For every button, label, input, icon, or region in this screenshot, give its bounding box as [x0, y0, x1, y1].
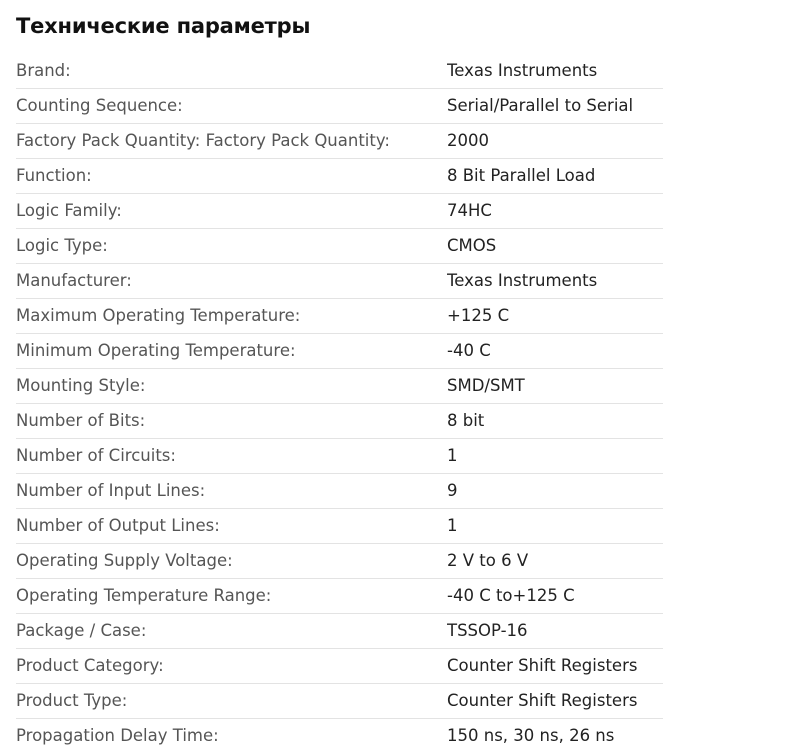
- spec-label: Number of Output Lines:: [16, 509, 447, 544]
- spec-row: Factory Pack Quantity: Factory Pack Quan…: [16, 124, 663, 159]
- spec-value: 150 ns, 30 ns, 26 ns: [447, 719, 663, 753]
- spec-label: Product Category:: [16, 649, 447, 684]
- spec-row: Minimum Operating Temperature:-40 C: [16, 334, 663, 369]
- spec-label: Package / Case:: [16, 614, 447, 649]
- spec-label: Maximum Operating Temperature:: [16, 299, 447, 334]
- spec-row: Manufacturer:Texas Instruments: [16, 264, 663, 299]
- spec-value: CMOS: [447, 229, 663, 264]
- spec-label: Logic Type:: [16, 229, 447, 264]
- spec-label: Operating Temperature Range:: [16, 579, 447, 614]
- spec-label: Product Type:: [16, 684, 447, 719]
- spec-value: +125 C: [447, 299, 663, 334]
- specs-table: Brand:Texas InstrumentsCounting Sequence…: [16, 54, 663, 753]
- spec-value: 1: [447, 509, 663, 544]
- spec-row: Package / Case:TSSOP-16: [16, 614, 663, 649]
- spec-value: 2 V to 6 V: [447, 544, 663, 579]
- spec-value: -40 C: [447, 334, 663, 369]
- spec-row: Maximum Operating Temperature:+125 C: [16, 299, 663, 334]
- spec-row: Product Type:Counter Shift Registers: [16, 684, 663, 719]
- spec-label: Logic Family:: [16, 194, 447, 229]
- spec-label: Operating Supply Voltage:: [16, 544, 447, 579]
- spec-row: Brand:Texas Instruments: [16, 54, 663, 89]
- spec-row: Operating Supply Voltage:2 V to 6 V: [16, 544, 663, 579]
- spec-label: Function:: [16, 159, 447, 194]
- spec-label: Brand:: [16, 54, 447, 89]
- spec-row: Number of Bits:8 bit: [16, 404, 663, 439]
- section-title: Технические параметры: [16, 10, 310, 42]
- spec-value: Counter Shift Registers: [447, 684, 663, 719]
- spec-value: -40 C to+125 C: [447, 579, 663, 614]
- spec-row: Number of Input Lines:9: [16, 474, 663, 509]
- spec-label: Propagation Delay Time:: [16, 719, 447, 753]
- spec-value: TSSOP-16: [447, 614, 663, 649]
- spec-label: Counting Sequence:: [16, 89, 447, 124]
- specs-table-body: Brand:Texas InstrumentsCounting Sequence…: [16, 54, 663, 753]
- spec-value: SMD/SMT: [447, 369, 663, 404]
- spec-value: Serial/Parallel to Serial: [447, 89, 663, 124]
- spec-value: Counter Shift Registers: [447, 649, 663, 684]
- spec-value: 9: [447, 474, 663, 509]
- spec-row: Function:8 Bit Parallel Load: [16, 159, 663, 194]
- spec-value: 1: [447, 439, 663, 474]
- spec-row: Mounting Style:SMD/SMT: [16, 369, 663, 404]
- spec-value: 74HC: [447, 194, 663, 229]
- spec-label: Number of Circuits:: [16, 439, 447, 474]
- spec-value: 2000: [447, 124, 663, 159]
- spec-value: Texas Instruments: [447, 54, 663, 89]
- spec-label: Mounting Style:: [16, 369, 447, 404]
- spec-row: Operating Temperature Range:-40 C to+125…: [16, 579, 663, 614]
- tech-specs-section: Технические параметры Brand:Texas Instru…: [0, 0, 811, 745]
- spec-label: Minimum Operating Temperature:: [16, 334, 447, 369]
- spec-row: Logic Type:CMOS: [16, 229, 663, 264]
- spec-label: Factory Pack Quantity: Factory Pack Quan…: [16, 124, 447, 159]
- spec-label: Number of Bits:: [16, 404, 447, 439]
- spec-value: 8 Bit Parallel Load: [447, 159, 663, 194]
- spec-label: Number of Input Lines:: [16, 474, 447, 509]
- spec-value: Texas Instruments: [447, 264, 663, 299]
- spec-row: Propagation Delay Time:150 ns, 30 ns, 26…: [16, 719, 663, 753]
- spec-value: 8 bit: [447, 404, 663, 439]
- spec-label: Manufacturer:: [16, 264, 447, 299]
- spec-row: Counting Sequence:Serial/Parallel to Ser…: [16, 89, 663, 124]
- spec-row: Logic Family:74HC: [16, 194, 663, 229]
- spec-row: Number of Circuits:1: [16, 439, 663, 474]
- spec-row: Number of Output Lines:1: [16, 509, 663, 544]
- spec-row: Product Category:Counter Shift Registers: [16, 649, 663, 684]
